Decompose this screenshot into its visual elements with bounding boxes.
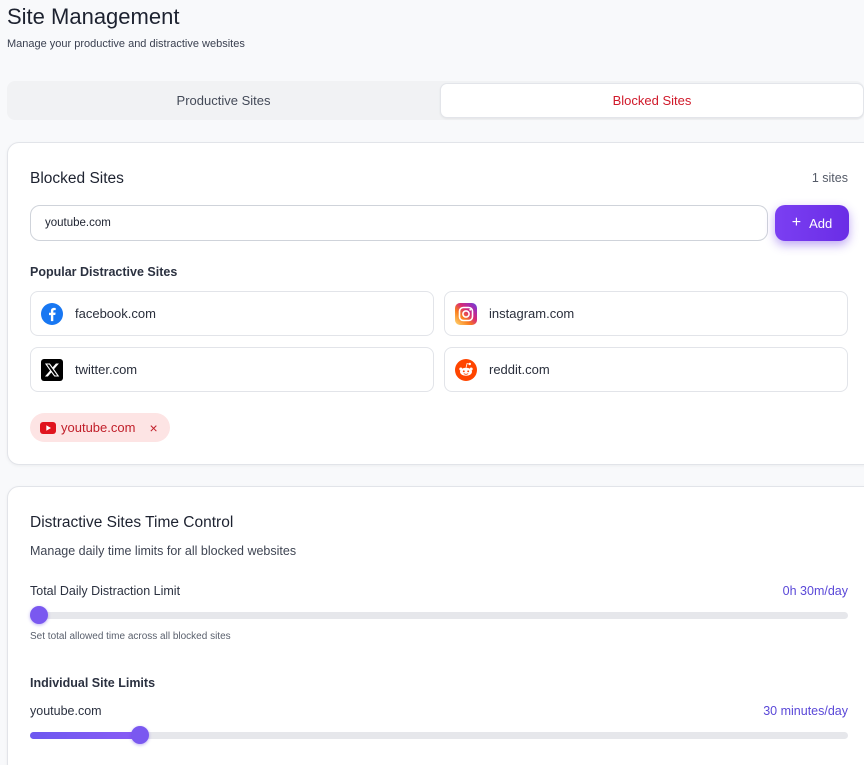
remove-site-button[interactable]: ×	[149, 420, 157, 436]
reddit-icon	[455, 358, 477, 381]
popular-site-label: reddit.com	[489, 362, 550, 377]
individual-limits-label: Individual Site Limits	[30, 676, 156, 690]
blocked-sites-card: Blocked Sites 1 sites + Add Popular Dist…	[7, 142, 864, 465]
popular-site-facebook[interactable]: facebook.com	[30, 291, 434, 336]
blocked-site-chip: youtube.com ×	[30, 413, 170, 442]
popular-site-label: instagram.com	[489, 306, 575, 321]
add-site-button[interactable]: + Add	[775, 205, 849, 241]
time-control-card: Distractive Sites Time Control Manage da…	[7, 486, 864, 765]
blocked-site-label: youtube.com	[61, 420, 136, 435]
site-tabs: Productive Sites Blocked Sites	[7, 81, 864, 120]
site-limit-value: 30 minutes/day	[763, 704, 848, 718]
youtube-icon	[40, 421, 56, 434]
total-limit-slider[interactable]	[30, 606, 848, 624]
total-limit-value: 0h 30m/day	[782, 584, 848, 598]
slider-fill	[30, 732, 140, 739]
tab-productive-sites[interactable]: Productive Sites	[7, 81, 440, 120]
site-url-input[interactable]	[30, 205, 768, 241]
popular-site-label: facebook.com	[75, 306, 156, 321]
blocked-sites-title: Blocked Sites	[30, 170, 124, 187]
plus-icon: +	[791, 214, 802, 231]
popular-site-twitter[interactable]: twitter.com	[30, 347, 434, 392]
page-subtitle: Manage your productive and distractive w…	[7, 38, 245, 50]
total-limit-label: Total Daily Distraction Limit	[30, 584, 181, 598]
x-twitter-icon	[41, 358, 63, 381]
site-limit-slider[interactable]	[30, 726, 848, 744]
page-title: Site Management	[7, 4, 180, 29]
slider-thumb[interactable]	[130, 726, 149, 744]
instagram-icon	[455, 302, 477, 325]
slider-thumb[interactable]	[30, 606, 48, 624]
tab-blocked-sites[interactable]: Blocked Sites	[440, 83, 864, 118]
blocked-sites-count: 1 sites	[811, 171, 848, 185]
total-limit-hint: Set total allowed time across all blocke…	[30, 631, 231, 642]
time-control-title: Distractive Sites Time Control	[30, 514, 234, 531]
popular-sites-label: Popular Distractive Sites	[30, 265, 178, 279]
site-limit-label: youtube.com	[30, 704, 102, 718]
time-control-subtitle: Manage daily time limits for all blocked…	[30, 544, 297, 558]
popular-site-instagram[interactable]: instagram.com	[444, 291, 848, 336]
popular-site-reddit[interactable]: reddit.com	[444, 347, 848, 392]
facebook-icon	[41, 302, 63, 325]
popular-site-label: twitter.com	[75, 362, 138, 377]
add-button-label: Add	[809, 215, 833, 231]
